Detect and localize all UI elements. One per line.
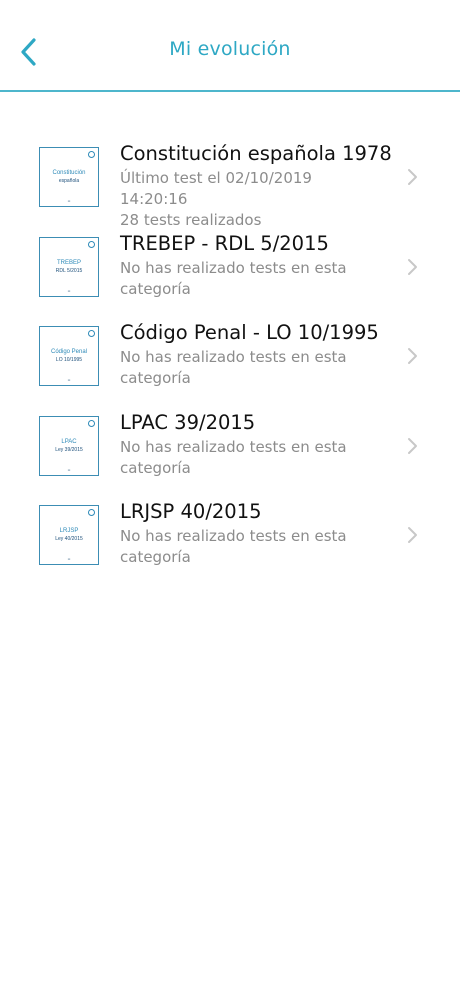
item-title: Código Penal - LO 10/1995: [120, 321, 379, 344]
logo-circle-icon: [88, 330, 95, 337]
item-title: TREBEP - RDL 5/2015: [120, 231, 329, 255]
category-thumbnail: Constitución española ▬: [39, 147, 99, 207]
app-header: Mi evolución: [0, 0, 460, 92]
chevron-right-icon: [408, 348, 417, 364]
logo-circle-icon: [88, 419, 95, 427]
list-item[interactable]: LRJSP Ley 40/2015 ▬ LRJSP 40/2015 No has…: [0, 488, 460, 578]
thumbnail-line-2: LO 10/1995: [55, 357, 83, 363]
item-subtitle: No has realizado tests en esta categoría: [120, 437, 347, 477]
item-title: LRJSP 40/2015: [120, 500, 262, 523]
list-item[interactable]: Código Penal LO 10/1995 ▬ Código Penal -…: [0, 309, 460, 399]
chevron-right-icon: [408, 258, 417, 275]
chevron-right-icon: [408, 169, 417, 185]
category-thumbnail: Código Penal LO 10/1995 ▬: [39, 326, 99, 386]
list-item[interactable]: TREBEP RDL 5/2015 ▬ TREBEP - RDL 5/2015 …: [0, 220, 460, 310]
item-subtitle: No has realizado tests en esta categoría: [120, 527, 347, 566]
thumbnail-line-2: española: [58, 178, 80, 184]
thumbnail-line-1: TREBEP: [56, 259, 81, 266]
category-thumbnail: LPAC Ley 39/2015 ▬: [39, 415, 99, 476]
thumbnail-line-2: Ley 39/2015: [55, 446, 83, 453]
chevron-right-icon: [408, 527, 417, 543]
thumbnail-line-2: RDL 5/2015: [55, 267, 83, 274]
category-thumbnail: LRJSP Ley 40/2015 ▬: [39, 505, 99, 565]
thumbnail-mark: ▬: [67, 378, 71, 382]
item-title: Constitución española 1978: [120, 142, 392, 165]
item-title: LPAC 39/2015: [120, 410, 256, 434]
thumbnail-mark: ▬: [67, 467, 71, 472]
thumbnail-line-1: Constitución: [52, 170, 86, 176]
chevron-right-icon: [408, 437, 417, 454]
page-title: Mi evolución: [169, 38, 291, 60]
logo-circle-icon: [88, 151, 95, 158]
category-thumbnail: TREBEP RDL 5/2015 ▬: [39, 236, 99, 297]
thumbnail-mark: ▬: [67, 288, 71, 293]
logo-circle-icon: [88, 509, 95, 516]
list-item[interactable]: LPAC Ley 39/2015 ▬ LPAC 39/2015 No has r…: [0, 399, 460, 489]
list-item[interactable]: Constitución española ▬ Constitución esp…: [0, 130, 460, 229]
item-subtitle: No has realizado tests en esta categoría: [120, 348, 347, 387]
thumbnail-line-1: LRJSP: [59, 528, 79, 534]
thumbnail-line-1: LPAC: [61, 438, 77, 445]
thumbnail-mark: ▬: [67, 199, 71, 203]
category-list: Constitución española ▬ Constitución esp…: [0, 130, 460, 578]
thumbnail-line-1: Código Penal: [50, 349, 88, 355]
logo-circle-icon: [88, 240, 95, 248]
thumbnail-line-2: Ley 40/2015: [55, 536, 83, 542]
thumbnail-mark: ▬: [67, 557, 71, 561]
item-subtitle: No has realizado tests en esta categoría: [120, 258, 347, 298]
